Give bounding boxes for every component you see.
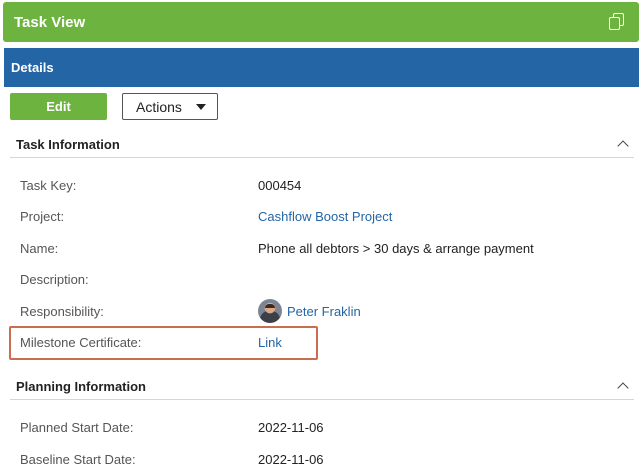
actions-dropdown[interactable]: Actions — [122, 93, 218, 120]
field-baseline-start-date: Baseline Start Date: 2022-11-06 — [20, 449, 620, 468]
avatar — [258, 299, 282, 323]
milestone-certificate-link[interactable]: Link — [258, 335, 282, 350]
task-information-header[interactable]: Task Information — [10, 131, 634, 158]
caret-down-icon — [196, 104, 206, 110]
name-label: Name: — [20, 240, 59, 256]
baseline-start-date-label: Baseline Start Date: — [20, 451, 136, 467]
responsibility-label: Responsibility: — [20, 303, 104, 319]
copy-icon-front — [609, 17, 620, 30]
task-key-label: Task Key: — [20, 177, 77, 193]
description-label: Description: — [20, 271, 89, 287]
copy-icon[interactable] — [607, 12, 627, 32]
field-project: Project: Cashflow Boost Project — [20, 206, 620, 226]
responsibility-link[interactable]: Peter Fraklin — [287, 304, 361, 319]
chevron-up-icon[interactable] — [616, 381, 630, 391]
planning-information-title: Planning Information — [16, 378, 146, 394]
task-information-title: Task Information — [16, 136, 120, 152]
details-heading: Details — [11, 60, 54, 75]
field-planned-start-date: Planned Start Date: 2022-11-06 — [20, 417, 620, 437]
responsibility-value[interactable]: Peter Fraklin — [258, 299, 361, 323]
details-bar: Details — [4, 48, 639, 87]
baseline-start-date-value: 2022-11-06 — [258, 451, 324, 467]
title-bar: Task View — [3, 2, 639, 42]
task-key-value: 000454 — [258, 177, 302, 193]
planned-start-date-label: Planned Start Date: — [20, 419, 134, 435]
planned-start-date-value: 2022-11-06 — [258, 419, 324, 435]
field-responsibility: Responsibility: Peter Fraklin — [20, 299, 620, 323]
name-value: Phone all debtors > 30 days & arrange pa… — [258, 240, 534, 256]
actions-label: Actions — [136, 98, 182, 115]
window-title: Task View — [14, 13, 86, 31]
milestone-certificate-label: Milestone Certificate: — [20, 334, 142, 350]
project-link[interactable]: Cashflow Boost Project — [258, 209, 392, 224]
project-label: Project: — [20, 208, 65, 224]
edit-button[interactable]: Edit — [10, 93, 107, 120]
planning-information-header[interactable]: Planning Information — [10, 373, 634, 400]
field-name: Name: Phone all debtors > 30 days & arra… — [20, 238, 620, 258]
field-milestone-certificate: Milestone Certificate: Link — [20, 332, 620, 352]
chevron-up-icon[interactable] — [616, 139, 630, 149]
field-task-key: Task Key: 000454 — [20, 175, 620, 195]
field-description: Description: — [20, 269, 620, 289]
